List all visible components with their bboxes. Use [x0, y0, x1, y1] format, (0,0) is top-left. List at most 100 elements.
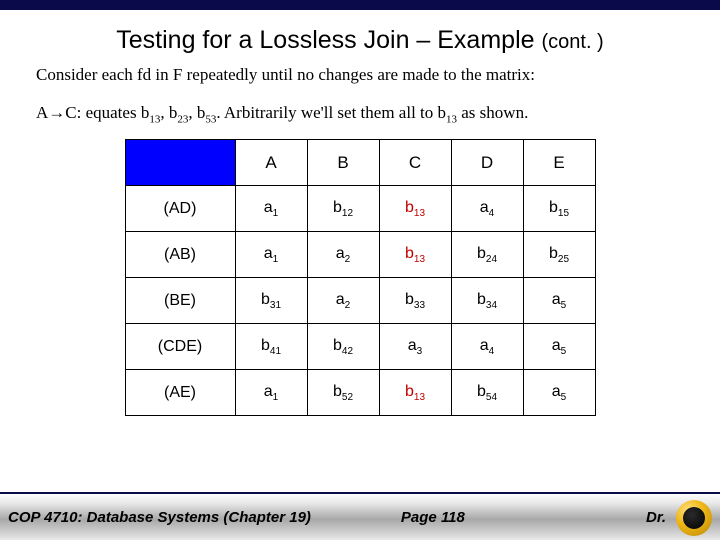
row-label: (CDE): [125, 324, 235, 370]
cell-sub: 34: [486, 300, 497, 311]
cell-sub: 5: [561, 300, 567, 311]
cell-main: a: [480, 199, 489, 216]
table-row: (BE)b31a2b33b34a5: [125, 278, 595, 324]
cell: b34: [451, 278, 523, 324]
cell: b15: [523, 186, 595, 232]
footer-bar: COP 4710: Database Systems (Chapter 19) …: [0, 492, 720, 540]
cell-sub: 5: [561, 346, 567, 357]
cell-sub: 13: [414, 254, 425, 265]
cell: b13: [379, 232, 451, 278]
title-cont: (cont. ): [541, 31, 603, 53]
col-D: D: [451, 140, 523, 186]
cell: a3: [379, 324, 451, 370]
row-label: (BE): [125, 278, 235, 324]
cell-sub: 15: [558, 208, 569, 219]
top-bar: [0, 0, 720, 10]
cell: b25: [523, 232, 595, 278]
cell-main: b: [333, 199, 342, 216]
cell-sub: 42: [342, 346, 353, 357]
p2-s4: 13: [446, 113, 457, 125]
cell-sub: 25: [558, 254, 569, 265]
cell-sub: 41: [270, 346, 281, 357]
p2-rest: . Arbitrarily we'll set them all to b: [216, 103, 446, 122]
col-E: E: [523, 140, 595, 186]
cell: b54: [451, 370, 523, 416]
cell-sub: 54: [486, 392, 497, 403]
cell: a5: [523, 324, 595, 370]
cell: a1: [235, 370, 307, 416]
cell-main: b: [405, 245, 414, 262]
table-row: (AB)a1a2b13b24b25: [125, 232, 595, 278]
cell-main: b: [405, 383, 414, 400]
cell-main: b: [549, 245, 558, 262]
cell-sub: 4: [489, 208, 495, 219]
table-body: (AD)a1b12b13a4b15(AB)a1a2b13b24b25(BE)b3…: [125, 186, 595, 416]
cell-main: b: [477, 291, 486, 308]
cell: b12: [307, 186, 379, 232]
cell-sub: 52: [342, 392, 353, 403]
table-row: (CDE)b41b42a3a4a5: [125, 324, 595, 370]
p2-s3: 53: [205, 113, 216, 125]
cell-main: b: [477, 245, 486, 262]
p2-comma1: , b: [160, 103, 177, 122]
cell-sub: 33: [414, 300, 425, 311]
cell: b24: [451, 232, 523, 278]
cell: b52: [307, 370, 379, 416]
cell: b41: [235, 324, 307, 370]
footer-page: Page 118: [401, 509, 465, 526]
p2-s2: 23: [177, 113, 188, 125]
footer-author: Dr.: [646, 509, 666, 526]
table-wrap: A B C D E (AD)a1b12b13a4b15(AB)a1a2b13b2…: [36, 139, 684, 416]
cell-sub: 24: [486, 254, 497, 265]
cell-sub: 1: [273, 208, 279, 219]
paragraph-1: Consider each fd in F repeatedly until n…: [36, 65, 684, 85]
cell-sub: 1: [273, 392, 279, 403]
cell: a5: [523, 370, 595, 416]
cell-main: a: [264, 383, 273, 400]
cell-sub: 4: [489, 346, 495, 357]
p2-comma2: , b: [188, 103, 205, 122]
page-title: Testing for a Lossless Join – Example (c…: [0, 10, 720, 65]
cell: a5: [523, 278, 595, 324]
col-A: A: [235, 140, 307, 186]
cell-sub: 13: [414, 208, 425, 219]
cell-sub: 13: [414, 392, 425, 403]
cell: a1: [235, 232, 307, 278]
cell: a4: [451, 324, 523, 370]
table-row: (AD)a1b12b13a4b15: [125, 186, 595, 232]
cell-main: a: [408, 337, 417, 354]
cell-sub: 3: [417, 346, 423, 357]
cell: a2: [307, 232, 379, 278]
cell-main: b: [261, 337, 270, 354]
p2-s1: 13: [149, 113, 160, 125]
cell-main: a: [552, 383, 561, 400]
cell-main: a: [552, 291, 561, 308]
cell-main: b: [333, 337, 342, 354]
logo-icon: [676, 500, 712, 536]
cell-main: a: [336, 245, 345, 262]
footer-left: COP 4710: Database Systems (Chapter 19): [8, 509, 311, 526]
cell-sub: 2: [345, 300, 351, 311]
content-area: Consider each fd in F repeatedly until n…: [0, 65, 720, 416]
cell: a2: [307, 278, 379, 324]
cell-main: b: [405, 199, 414, 216]
p2-prefix: A: [36, 103, 48, 122]
corner-cell: [125, 140, 235, 186]
p2-c: C: equates b: [65, 103, 149, 122]
p2-end: as shown.: [457, 103, 528, 122]
row-label: (AB): [125, 232, 235, 278]
col-C: C: [379, 140, 451, 186]
header-row: A B C D E: [125, 140, 595, 186]
paragraph-2: A→C: equates b13, b23, b53. Arbitrarily …: [36, 103, 684, 125]
table-row: (AE)a1b52b13b54a5: [125, 370, 595, 416]
cell-sub: 12: [342, 208, 353, 219]
cell-sub: 5: [561, 392, 567, 403]
cell: b33: [379, 278, 451, 324]
cell: b42: [307, 324, 379, 370]
title-main: Testing for a Lossless Join – Example: [116, 26, 534, 54]
cell-main: b: [477, 383, 486, 400]
cell-main: a: [336, 291, 345, 308]
col-B: B: [307, 140, 379, 186]
cell-main: b: [333, 383, 342, 400]
cell-main: b: [549, 199, 558, 216]
